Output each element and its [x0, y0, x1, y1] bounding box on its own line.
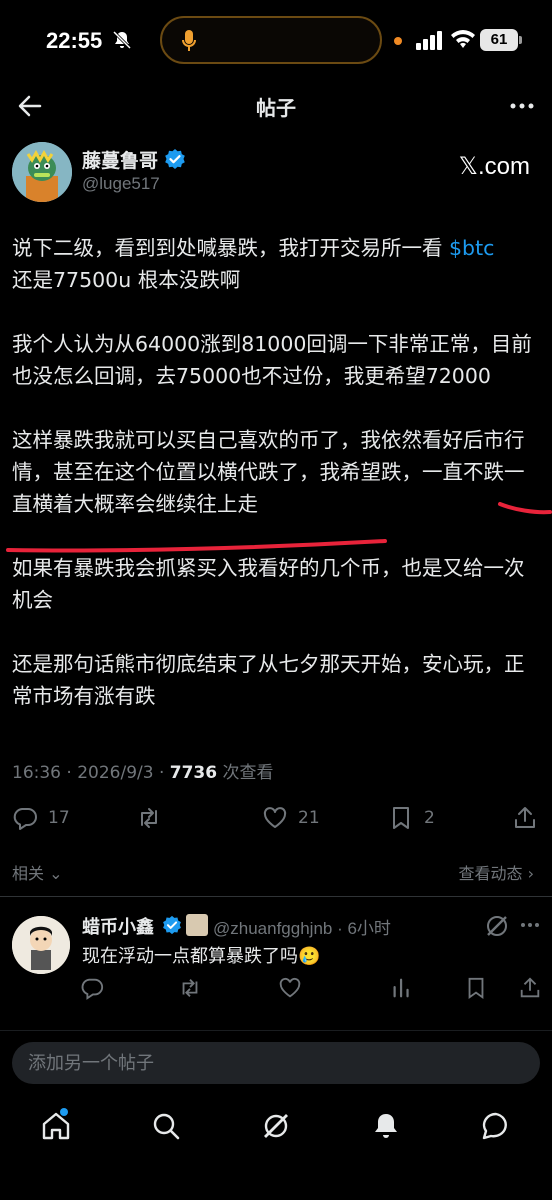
post-meta: 16:36 · 2026/9/3 · 7736 次查看: [12, 758, 274, 783]
affiliate-badge-icon: [186, 914, 208, 936]
author-avatar[interactable]: [12, 142, 72, 202]
bell-icon[interactable]: [370, 1110, 402, 1142]
post-text: 说下二级，看到到处喊暴跌，我打开交易所一看: [12, 236, 450, 260]
verified-icon: [163, 915, 181, 935]
view-activity-label: 查看动态: [458, 864, 523, 883]
share-button[interactable]: [512, 800, 548, 836]
related-label: 相关: [12, 864, 45, 883]
reply-button[interactable]: 17: [12, 800, 70, 836]
battery-tip: [519, 36, 522, 44]
like-button[interactable]: 21: [262, 800, 320, 836]
signal-icon: [416, 31, 442, 50]
source-label[interactable]: 𝕏.com: [459, 152, 530, 181]
post-paragraph-3: 这样暴跌我就可以买自己喜欢的币了，我依然看好后市行情，甚至在这个位置以横代跌了，…: [12, 428, 525, 516]
post-text: 还是77500u 根本没跌啊: [12, 268, 241, 292]
home-icon[interactable]: [40, 1110, 72, 1142]
bookmark-button[interactable]: 2: [388, 800, 435, 836]
retweet-icon: [141, 808, 157, 828]
grok-icon[interactable]: [260, 1110, 292, 1142]
message-icon[interactable]: [480, 1110, 512, 1142]
divider: [0, 1030, 552, 1031]
bell-off-icon: [112, 30, 132, 50]
more-icon[interactable]: [520, 920, 540, 930]
privacy-indicator: [394, 37, 402, 45]
share-icon[interactable]: [518, 976, 542, 1000]
share-icon: [515, 807, 535, 828]
battery-level: 61: [480, 29, 518, 51]
compose-bar: [12, 1042, 540, 1084]
status-time: 22:55: [46, 28, 103, 53]
bottom-tab-bar: [0, 1100, 552, 1160]
like-icon[interactable]: [278, 976, 302, 1000]
post-actions: 17 21 2: [0, 800, 552, 836]
post-paragraph-4: 如果有暴跌我会抓紧买入我看好的几个币，也是又给一次机会: [12, 556, 525, 612]
status-bar: 22:55 61: [0, 0, 552, 80]
microphone-icon: [182, 30, 196, 51]
search-icon[interactable]: [150, 1110, 182, 1142]
wifi-icon: [451, 30, 475, 48]
author-handle[interactable]: @luge517: [82, 174, 160, 194]
post-timestamp: 16:36 · 2026/9/3 ·: [12, 763, 170, 783]
like-count: 21: [298, 808, 320, 828]
more-icon[interactable]: [508, 92, 536, 120]
top-header: 帖子: [0, 80, 552, 132]
reply-actions: [0, 976, 552, 1004]
reply-avatar-illustration: [12, 916, 70, 974]
chevron-right-icon: ›: [522, 864, 534, 883]
avatar-illustration: [12, 142, 72, 202]
bookmark-icon: [393, 807, 409, 829]
reply-icon[interactable]: [80, 976, 104, 1000]
related-dropdown[interactable]: 相关 ⌄: [12, 860, 63, 884]
post-paragraph-1: 说下二级，看到到处喊暴跌，我打开交易所一看 $btc 还是77500u 根本没跌…: [12, 232, 542, 296]
chevron-down-icon: ⌄: [44, 864, 63, 883]
like-icon: [263, 807, 287, 828]
analytics-icon[interactable]: [390, 976, 414, 1000]
view-count: 7736: [169, 763, 218, 783]
reply-author-name[interactable]: 蜡币小鑫: [82, 913, 154, 939]
reply-avatar[interactable]: [12, 916, 70, 974]
add-post-input[interactable]: [12, 1042, 540, 1084]
reply-handle[interactable]: @zhuanfgghjnb · 6小时: [213, 914, 391, 939]
retweet-icon[interactable]: [178, 976, 202, 1000]
post-body: 说下二级，看到到处喊暴跌，我打开交易所一看 $btc 还是77500u 根本没跌…: [12, 232, 542, 744]
reply-text: 现在浮动一点都算暴跌了吗🥲: [82, 946, 321, 967]
page-title: 帖子: [256, 96, 296, 120]
post-paragraph-5: 还是那句话熊市彻底结束了从七夕那天开始，安心玩，正常市场有涨有跌: [12, 652, 525, 708]
bookmark-count: 2: [424, 808, 435, 828]
retweet-button[interactable]: [136, 800, 172, 836]
bookmark-icon[interactable]: [464, 976, 488, 1000]
grok-icon[interactable]: [484, 913, 510, 939]
verified-icon: [165, 149, 185, 169]
view-activity-link[interactable]: 查看动态 ›: [459, 860, 535, 884]
view-label: 次查看: [217, 763, 274, 783]
post-paragraph-2: 我个人认为从64000涨到81000回调一下非常正常，目前也没怎么回调，去750…: [12, 332, 532, 388]
reply-icon: [13, 808, 37, 830]
home-indicator: [186, 1180, 366, 1186]
divider: [0, 896, 552, 897]
reply-count: 17: [48, 808, 70, 828]
cashtag-link[interactable]: $btc: [449, 236, 494, 260]
dynamic-island: [160, 16, 382, 64]
author-name[interactable]: 藤蔓鲁哥: [82, 146, 158, 173]
